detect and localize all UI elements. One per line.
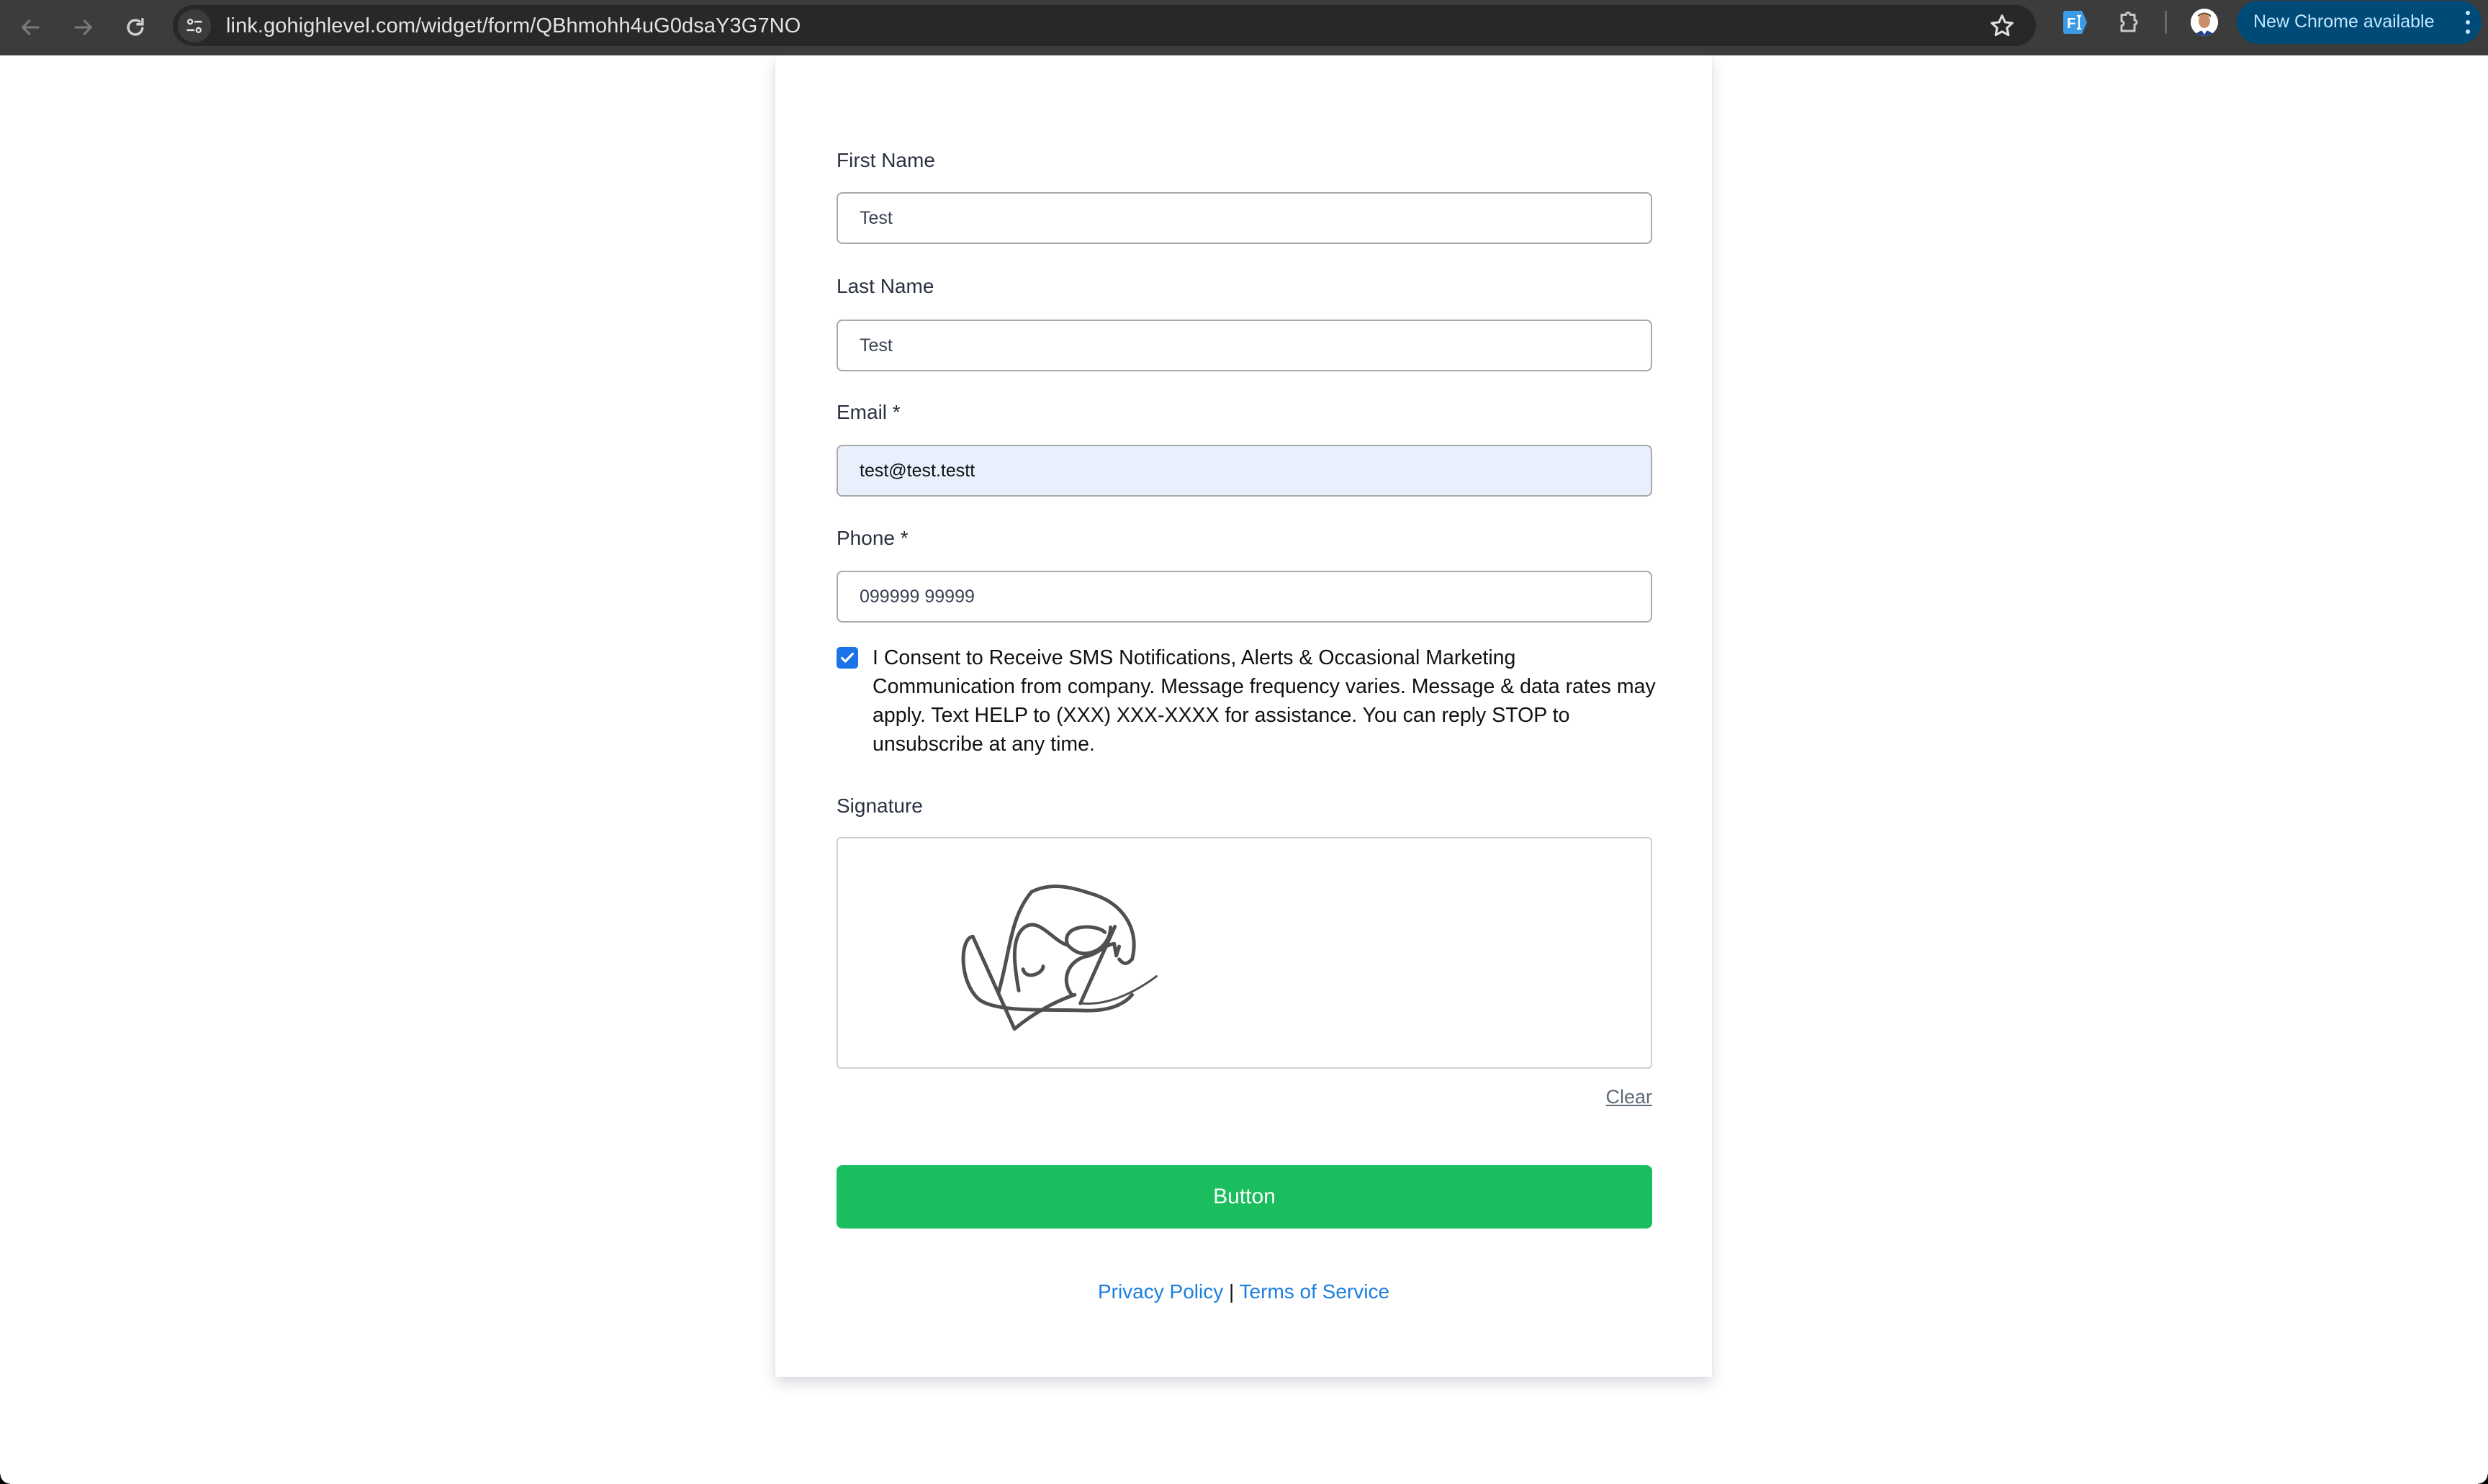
puzzle-icon[interactable] [2115,9,2141,35]
new-chrome-available-button[interactable]: New Chrome available [2237,1,2482,44]
fi-extension-icon[interactable]: F [2063,11,2087,34]
terms-of-service-link[interactable]: Terms of Service [1240,1280,1390,1303]
kebab-menu-icon[interactable] [2464,11,2471,34]
first-name-input[interactable] [837,192,1652,244]
address-bar[interactable]: link.gohighlevel.com/widget/form/QBhmohh… [173,5,2036,46]
forward-button[interactable] [63,7,103,47]
checkmark-icon [841,652,854,663]
tune-icon [186,18,202,34]
first-name-label: First Name [837,149,935,171]
avatar[interactable] [2191,9,2218,36]
email-label: Email * [837,401,901,423]
last-name-label: Last Name [837,275,934,297]
link-separator: | [1229,1280,1240,1303]
privacy-policy-link[interactable]: Privacy Policy [1098,1280,1223,1303]
site-info-button[interactable] [178,9,211,42]
arrow-left-icon [21,19,40,36]
signature-stroke [961,884,1158,1031]
submit-button[interactable]: Button [837,1165,1652,1229]
phone-label: Phone * [837,527,909,549]
last-name-input[interactable] [837,320,1652,371]
signature-label: Signature [837,795,923,817]
signature-pad[interactable] [837,837,1652,1069]
window-corner [2478,1474,2488,1484]
profile-photo-icon [2191,9,2218,36]
email-input[interactable] [837,445,1652,497]
svg-text:F: F [2067,16,2075,32]
update-label: New Chrome available [2253,12,2435,32]
star-icon[interactable] [1988,12,2016,40]
browser-toolbar: link.gohighlevel.com/widget/form/QBhmohh… [0,0,2488,55]
window-corner [0,1474,10,1484]
back-button[interactable] [11,7,51,47]
footer-links: Privacy Policy | Terms of Service [775,1280,1712,1303]
url-text[interactable]: link.gohighlevel.com/widget/form/QBhmohh… [226,14,801,38]
clear-signature-link[interactable]: Clear [1605,1086,1652,1108]
reload-icon [127,18,144,36]
reload-button[interactable] [115,7,156,47]
form-card: First Name Last Name Email * Phone * I C… [775,55,1712,1377]
sms-consent-checkbox[interactable] [837,647,858,669]
page-content: First Name Last Name Email * Phone * I C… [0,55,2488,1484]
arrow-right-icon [74,19,93,36]
sms-consent-text: I Consent to Receive SMS Notifications, … [873,646,1656,756]
phone-input[interactable] [837,571,1652,623]
toolbar-divider [2165,11,2167,34]
